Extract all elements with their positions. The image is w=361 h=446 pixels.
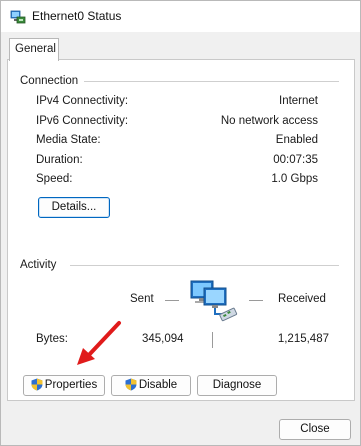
red-arrow-icon: [77, 321, 121, 365]
media-state-label: Media State:: [36, 134, 101, 146]
bytes-label: Bytes:: [36, 333, 68, 345]
connection-heading: Connection: [20, 75, 85, 87]
received-dash: [249, 300, 263, 301]
close-button[interactable]: Close: [279, 419, 351, 440]
bytes-sent-value: 345,094: [142, 333, 184, 345]
activity-divider: [70, 265, 339, 266]
diagnose-button[interactable]: Diagnose: [197, 375, 277, 396]
tab-general-label: General: [15, 43, 56, 55]
network-adapter-icon: [10, 10, 26, 24]
properties-label: Properties: [44, 379, 98, 391]
bytes-received-value: 1,215,487: [277, 333, 329, 345]
window-title: Ethernet0 Status: [32, 9, 122, 23]
disable-button[interactable]: Disable: [111, 375, 191, 396]
ipv6-label: IPv6 Connectivity:: [36, 115, 129, 127]
sent-dash: [165, 300, 179, 301]
bytes-separator: [212, 332, 213, 348]
ipv4-value: Internet: [279, 95, 318, 107]
activity-heading: Activity: [20, 259, 63, 271]
disable-label: Disable: [138, 379, 178, 391]
details-button[interactable]: Details...: [38, 197, 110, 218]
speed-label: Speed:: [36, 173, 73, 185]
received-label: Received: [278, 293, 326, 305]
ipv4-label: IPv4 Connectivity:: [36, 95, 129, 107]
title-bar: Ethernet0 Status: [1, 1, 360, 32]
uac-shield-icon: [125, 378, 137, 391]
uac-shield-icon: [31, 378, 43, 391]
duration-value: 00:07:35: [273, 154, 318, 166]
connection-divider: [84, 81, 339, 82]
tab-general[interactable]: General: [9, 38, 59, 61]
dialog-footer: Close: [1, 407, 360, 445]
status-dialog: Ethernet0 Status General Connection IPv4…: [0, 0, 361, 446]
general-panel: Connection IPv4 Connectivity: Internet I…: [7, 59, 355, 401]
network-computers-icon: [190, 280, 238, 322]
media-state-value: Enabled: [275, 134, 318, 146]
duration-label: Duration:: [36, 154, 83, 166]
ipv6-value: No network access: [220, 115, 318, 127]
properties-button[interactable]: Properties: [23, 375, 105, 396]
sent-label: Sent: [130, 293, 154, 305]
speed-value: 1.0 Gbps: [271, 173, 318, 185]
